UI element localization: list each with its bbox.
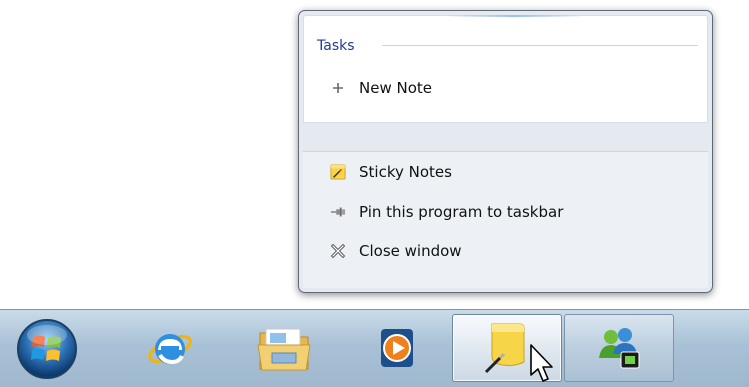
program-sticky-notes[interactable]: Sticky Notes — [303, 157, 708, 187]
close-window-label: Close window — [359, 242, 462, 260]
close-window-icon — [330, 243, 346, 259]
pin-icon — [330, 204, 346, 220]
tasks-divider — [382, 45, 698, 46]
media-player-icon — [381, 329, 413, 367]
plus-icon — [330, 80, 346, 96]
mouse-cursor-icon — [530, 344, 553, 382]
jump-list: Tasks New Note Sticky Notes Pin this pro… — [298, 10, 713, 293]
windows-explorer-button[interactable] — [229, 314, 339, 382]
live-messenger-button[interactable] — [564, 314, 674, 382]
jump-list-tasks-section — [303, 15, 708, 123]
task-new-note-label: New Note — [359, 79, 432, 97]
sticky-notes-icon — [484, 323, 525, 374]
start-button[interactable] — [3, 314, 91, 384]
sticky-notes-icon — [330, 164, 346, 180]
program-sticky-notes-label: Sticky Notes — [359, 163, 452, 181]
internet-explorer-icon — [148, 334, 192, 365]
messenger-icon — [599, 328, 640, 369]
task-new-note[interactable]: New Note — [303, 73, 708, 103]
internet-explorer-button[interactable] — [115, 314, 225, 382]
tasks-section-header: Tasks — [317, 38, 355, 54]
windows-logo-icon — [17, 319, 77, 379]
taskbar — [0, 309, 749, 387]
windows-media-player-button[interactable] — [342, 314, 452, 382]
pin-to-taskbar-label: Pin this program to taskbar — [359, 203, 564, 221]
folder-icon — [257, 328, 311, 371]
close-window-item[interactable]: Close window — [303, 236, 708, 266]
pin-to-taskbar-item[interactable]: Pin this program to taskbar — [303, 197, 708, 227]
